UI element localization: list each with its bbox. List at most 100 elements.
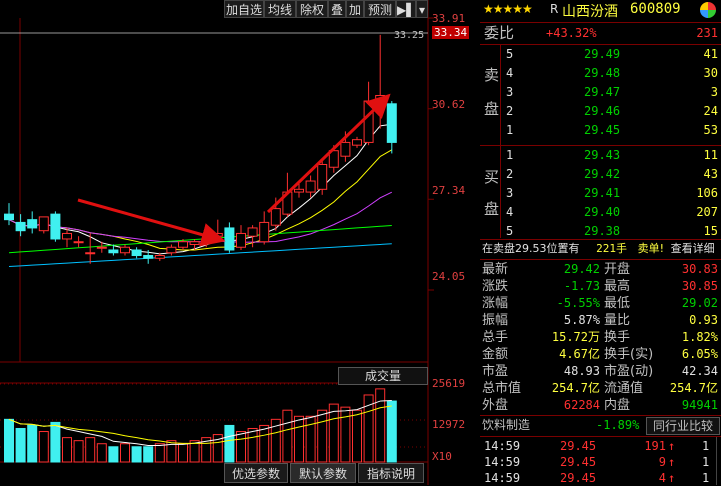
candle-body (247, 227, 258, 237)
up-arrow-icon: ↑ (668, 439, 676, 453)
volume-bar (224, 424, 235, 463)
stat-value: 1.82% (681, 330, 718, 344)
sell-label: 卖 (484, 66, 500, 84)
red-arrow-1 (77, 198, 226, 247)
candle-body (38, 216, 49, 232)
toolbar-button-5[interactable]: 预测 (364, 0, 396, 18)
order-volume: 15 (703, 224, 718, 238)
industry-change: -1.89% (596, 418, 640, 432)
stat-value: 30.83 (681, 262, 718, 276)
toolbar-button-4[interactable]: 加 (346, 0, 364, 18)
volume-bar (38, 431, 49, 463)
order-volume: 11 (703, 148, 718, 162)
stat-value: 4.67亿 (559, 347, 600, 361)
volume-bar (247, 427, 258, 463)
stat-label: 涨跌 (482, 279, 509, 294)
stat-value: -1.73 (563, 279, 600, 293)
pie-icon[interactable] (700, 2, 716, 18)
volume-bar (386, 400, 397, 463)
optimize-params-button[interactable]: 优选参数 (224, 463, 288, 483)
order-volume: 24 (703, 104, 718, 118)
order-price: 29.42 (584, 167, 621, 181)
tick-count: 1 (702, 471, 710, 485)
order-price: 29.41 (584, 186, 621, 200)
volume-bars (4, 388, 397, 463)
candle-body (294, 188, 304, 193)
stat-value: 254.7亿 (669, 381, 718, 395)
volume-tick: 25619 (432, 377, 466, 390)
candle-body (4, 213, 14, 221)
stock-name: 山西汾酒 (562, 4, 618, 20)
toolbar-button-3[interactable]: 叠 (328, 0, 346, 18)
volume-bar (236, 431, 246, 463)
candle-body (386, 103, 397, 143)
volume-bar (131, 446, 142, 463)
order-price: 29.49 (584, 47, 621, 61)
stat-label: 最高 (604, 279, 631, 294)
tick-time: 14:59 (484, 455, 521, 469)
stat-value: 29.42 (563, 262, 600, 276)
industry-compare-button[interactable]: 同行业比较 (646, 417, 720, 435)
volume-unit: X10 (432, 450, 452, 463)
order-level: 3 (506, 85, 514, 99)
volume-bar (4, 418, 14, 463)
stat-label: 市盈 (482, 364, 509, 379)
stat-label: 市盈(动) (604, 364, 654, 379)
candle-body (62, 232, 72, 240)
order-price: 29.47 (584, 85, 621, 99)
high-price-marker: 33.25 (394, 30, 425, 41)
volume-bar (294, 415, 304, 463)
stat-value: 0.93 (689, 313, 718, 327)
order-level: 2 (506, 104, 514, 118)
stat-label: 内盘 (604, 398, 631, 413)
toolbar-button-1[interactable]: 均线 (264, 0, 296, 18)
stat-value: 29.02 (681, 296, 718, 310)
order-level: 4 (506, 205, 514, 219)
indicator-select[interactable]: 成交量 (338, 367, 428, 385)
kline-chart[interactable] (0, 0, 480, 485)
stat-label: 总手 (482, 330, 509, 345)
red-arrow-2 (266, 93, 391, 214)
stat-label: 开盘 (604, 262, 631, 277)
candle-body (270, 208, 281, 226)
stat-value: 94941 (681, 398, 718, 412)
toolbar-button-7[interactable]: ▾ (416, 0, 428, 18)
volume-bar (178, 443, 188, 463)
toolbar-button-6[interactable]: ▶▌ (396, 0, 416, 18)
view-detail-link[interactable]: 查看详细 (671, 242, 715, 255)
order-level: 1 (506, 123, 514, 137)
stat-value: 48.93 (563, 364, 600, 378)
indicator-help-button[interactable]: 指标说明 (358, 463, 424, 483)
candle-body (363, 100, 374, 143)
candle-body (15, 221, 26, 232)
buy-label: 盘 (484, 200, 500, 218)
volume-bar (73, 440, 84, 463)
order-price: 29.46 (584, 104, 621, 118)
candle-body (143, 255, 154, 259)
candle-body (120, 246, 130, 254)
candle-body (85, 252, 96, 255)
volume-bar (85, 437, 96, 463)
stat-label: 金额 (482, 347, 509, 362)
order-level: 1 (506, 148, 514, 162)
order-volume: 106 (696, 186, 718, 200)
stat-label: 换手 (604, 330, 631, 345)
price-tick: 27.34 (432, 184, 466, 197)
stat-value: 5.87% (563, 313, 600, 327)
stat-label: 最新 (482, 262, 509, 277)
stat-value: -5.55% (556, 296, 600, 310)
big-order-notice[interactable]: 在卖盘29.53位置有 221手 卖单! 查看详细 (482, 240, 715, 258)
weibi-label: 委比 (484, 24, 515, 42)
default-params-button[interactable]: 默认参数 (290, 463, 356, 483)
order-level: 2 (506, 167, 514, 181)
toolbar-button-2[interactable]: 除权 (296, 0, 328, 18)
volume-bar (143, 446, 154, 463)
candle-body (236, 232, 246, 248)
candle-body (154, 255, 165, 259)
current-price-tag: 33.34 (432, 26, 470, 39)
order-price: 29.45 (584, 123, 621, 137)
tick-volume: 191 (644, 439, 666, 453)
volume-bar (96, 443, 107, 463)
tick-volume: 9 (658, 455, 666, 469)
toolbar-button-0[interactable]: 加自选 (224, 0, 264, 18)
